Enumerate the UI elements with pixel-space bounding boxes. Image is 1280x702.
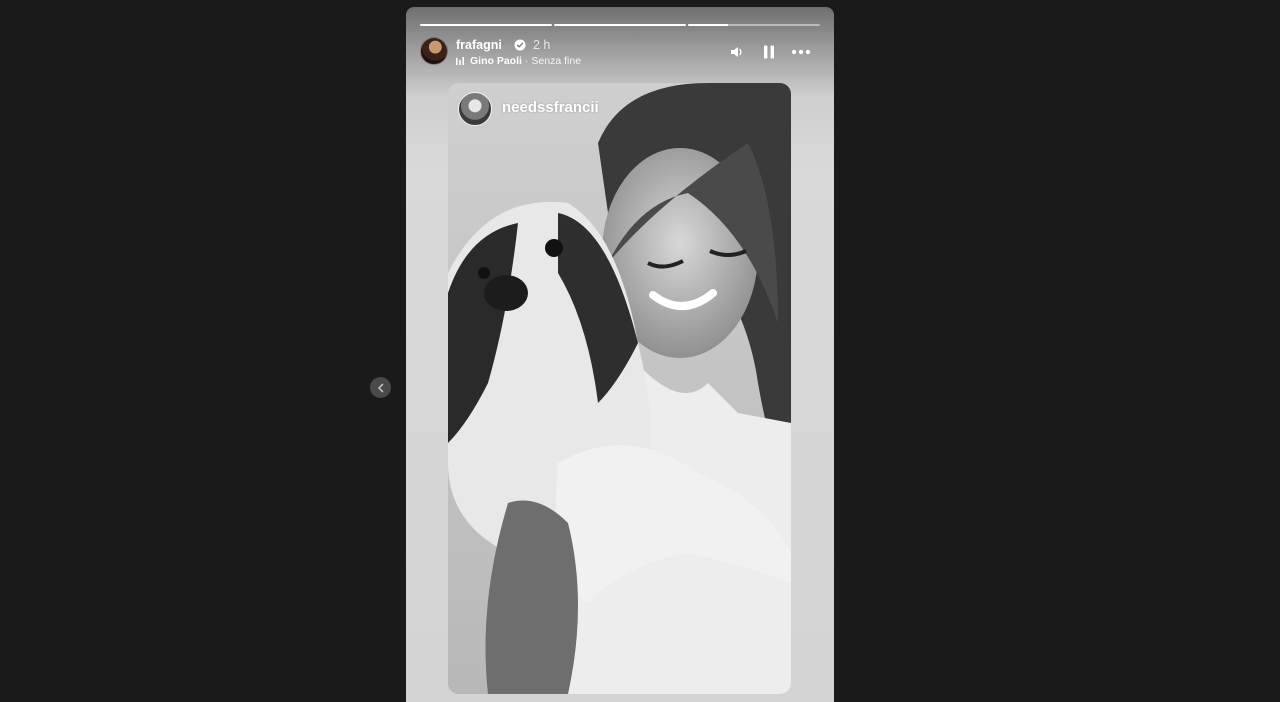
shared-post-card[interactable]: needssfrancii [448,83,791,694]
story-viewer: frafagni 2 h Gino Paoli · Senza fine nee… [0,0,1280,702]
previous-story-button[interactable] [370,377,391,398]
story-username[interactable]: frafagni [456,38,502,52]
story-photo [448,83,791,694]
more-options-button[interactable] [790,41,812,63]
story-frame[interactable]: frafagni 2 h Gino Paoli · Senza fine nee… [406,7,834,702]
story-controls [726,41,812,63]
music-artist: Gino Paoli [470,55,522,67]
music-track: Senza fine [531,55,582,67]
shared-post-username[interactable]: needssfrancii [502,99,599,116]
pause-button[interactable] [758,41,780,63]
speaker-icon [731,47,742,57]
progress-fill [420,24,552,26]
progress-segment [554,24,686,26]
music-bars-icon [456,56,464,65]
avatar[interactable] [420,37,448,65]
story-header: frafagni 2 h Gino Paoli · Senza fine [420,37,820,69]
progress-fill [554,24,686,26]
shared-post-avatar[interactable] [458,92,492,126]
progress-segment [688,24,820,26]
pause-icon [764,45,774,59]
story-timestamp: 2 h [533,38,551,52]
more-horizontal-icon [791,49,811,55]
music-separator: · [524,55,529,67]
progress-bar [420,24,820,26]
progress-segment [420,24,552,26]
progress-fill [688,24,728,26]
volume-button[interactable] [726,41,748,63]
chevron-left-icon [377,383,383,392]
verified-badge-icon [514,39,526,51]
music-attribution[interactable]: Gino Paoli · Senza fine [456,55,581,67]
